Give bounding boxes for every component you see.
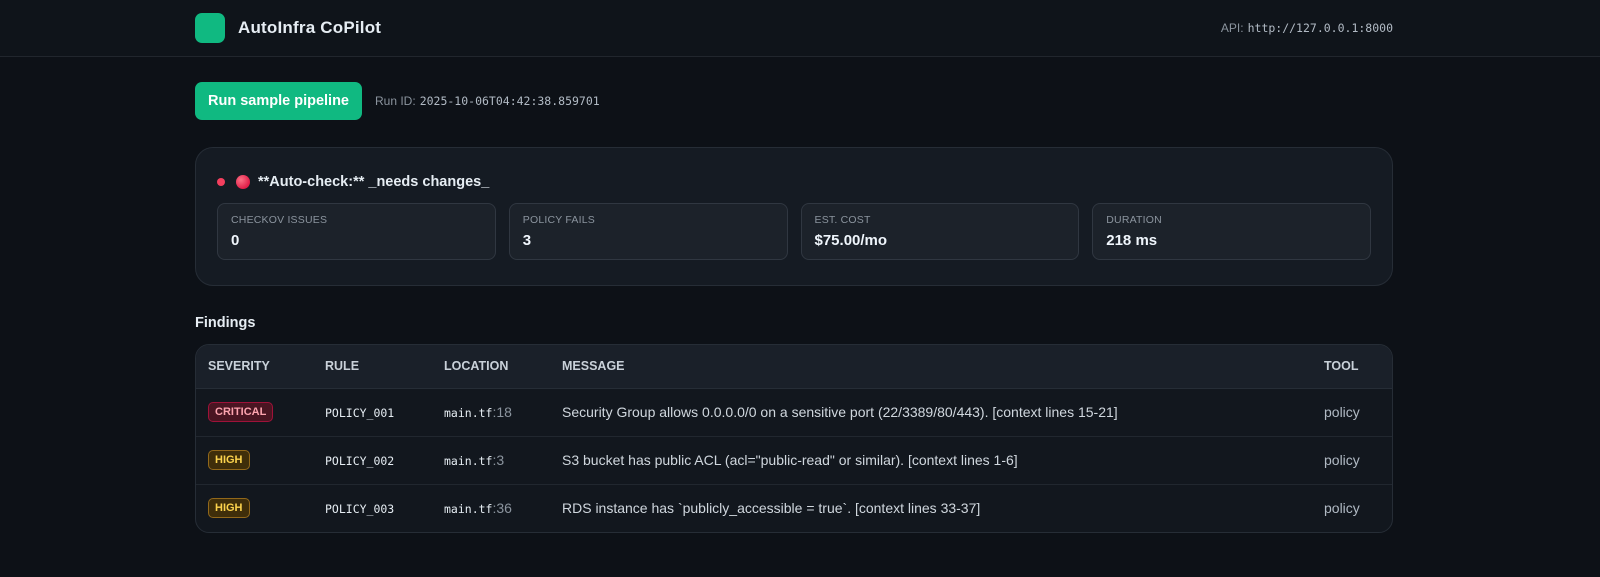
rule-id: POLICY_001: [325, 406, 395, 420]
rule-id: POLICY_002: [325, 454, 395, 468]
table-row[interactable]: CRITICAL POLICY_001 main.tf:18 Security …: [196, 388, 1392, 437]
auto-check-status: **Auto-check:** _needs changes_: [217, 165, 1371, 199]
metric-value: $75.00/mo: [814, 232, 888, 249]
top-bar: AutoInfra CoPilot API: http://127.0.0.1:…: [0, 0, 1600, 57]
location-file: main.tf: [444, 454, 493, 468]
column-header-tool[interactable]: TOOL: [1312, 345, 1392, 389]
location-file: main.tf: [444, 502, 493, 517]
finding-message: RDS instance has `publicly_accessible = …: [562, 500, 981, 517]
finding-message: Security Group allows 0.0.0.0/0 on a sen…: [550, 388, 1312, 437]
metric-est-cost: EST. COST $75.00/mo: [800, 203, 1080, 260]
location-line: :3: [492, 452, 505, 468]
metric-policy-fails: POLICY FAILS 3: [508, 203, 788, 260]
finding-tool: policy: [1312, 436, 1392, 485]
metrics-row: CHECKOV ISSUES 0 POLICY FAILS 3 EST. COS…: [217, 203, 1371, 260]
severity-badge: HIGH: [208, 498, 250, 519]
location-file: main.tf: [444, 406, 493, 420]
finding-message: S3 bucket has public ACL (acl="public-re…: [550, 436, 1312, 485]
findings-heading: Findings: [195, 315, 256, 331]
run-id-value: 2025-10-06T04:42:38.859701: [419, 94, 600, 108]
red-circle-icon: [236, 175, 250, 189]
api-label: API:: [1220, 21, 1244, 35]
rule-id: POLICY_003: [325, 502, 395, 517]
severity-badge: HIGH: [208, 450, 250, 470]
main-content: Run sample pipeline Run ID: 2025-10-06T0…: [195, 82, 1393, 533]
metric-value: 218 ms: [1106, 232, 1158, 249]
location: main.tf:3: [432, 436, 550, 485]
run-id-label: Run ID:: [375, 94, 416, 108]
app-title: AutoInfra CoPilot: [238, 18, 382, 37]
metric-value: 0: [231, 232, 240, 249]
app-logo-icon: [195, 13, 225, 43]
metric-label: DURATION: [1106, 214, 1162, 226]
location: main.tf:36: [432, 484, 550, 532]
table-row[interactable]: HIGH POLICY_003 main.tf:36 RDS instance …: [196, 484, 1392, 532]
location: main.tf:18: [432, 388, 550, 437]
metric-label: POLICY FAILS: [522, 214, 595, 226]
summary-card: **Auto-check:** _needs changes_ CHECKOV …: [195, 147, 1393, 286]
findings-table: SEVERITY RULE LOCATION MESSAGE TOOL CRIT…: [195, 344, 1393, 533]
metric-checkov-issues: CHECKOV ISSUES 0: [217, 203, 496, 260]
severity-badge: CRITICAL: [208, 402, 274, 422]
location-line: :18: [492, 404, 512, 420]
metric-value: 3: [522, 232, 532, 249]
metric-label: EST. COST: [814, 214, 871, 226]
column-header-severity[interactable]: SEVERITY: [196, 345, 313, 389]
run-id: Run ID: 2025-10-06T04:42:38.859701: [375, 94, 600, 108]
finding-tool: policy: [1312, 388, 1392, 437]
brand: AutoInfra CoPilot: [195, 13, 381, 43]
run-sample-pipeline-button[interactable]: Run sample pipeline: [195, 82, 362, 120]
run-controls: Run sample pipeline Run ID: 2025-10-06T0…: [195, 82, 1393, 120]
status-dot-icon: [217, 178, 225, 186]
column-header-location[interactable]: LOCATION: [432, 345, 550, 389]
api-endpoint: API: http://127.0.0.1:8000: [1221, 21, 1393, 35]
metric-label: CHECKOV ISSUES: [231, 214, 328, 226]
finding-tool: policy: [1324, 500, 1360, 517]
status-text: **Auto-check:** _needs changes_: [258, 174, 490, 190]
table-row[interactable]: HIGH POLICY_002 main.tf:3 S3 bucket has …: [196, 436, 1392, 485]
column-header-message[interactable]: MESSAGE: [550, 345, 1312, 389]
api-url: http://127.0.0.1:8000: [1247, 21, 1393, 35]
column-header-rule[interactable]: RULE: [313, 345, 432, 389]
table-header-row: SEVERITY RULE LOCATION MESSAGE TOOL: [196, 345, 1392, 389]
metric-duration: DURATION 218 ms: [1092, 203, 1371, 260]
location-line: :36: [492, 500, 512, 517]
